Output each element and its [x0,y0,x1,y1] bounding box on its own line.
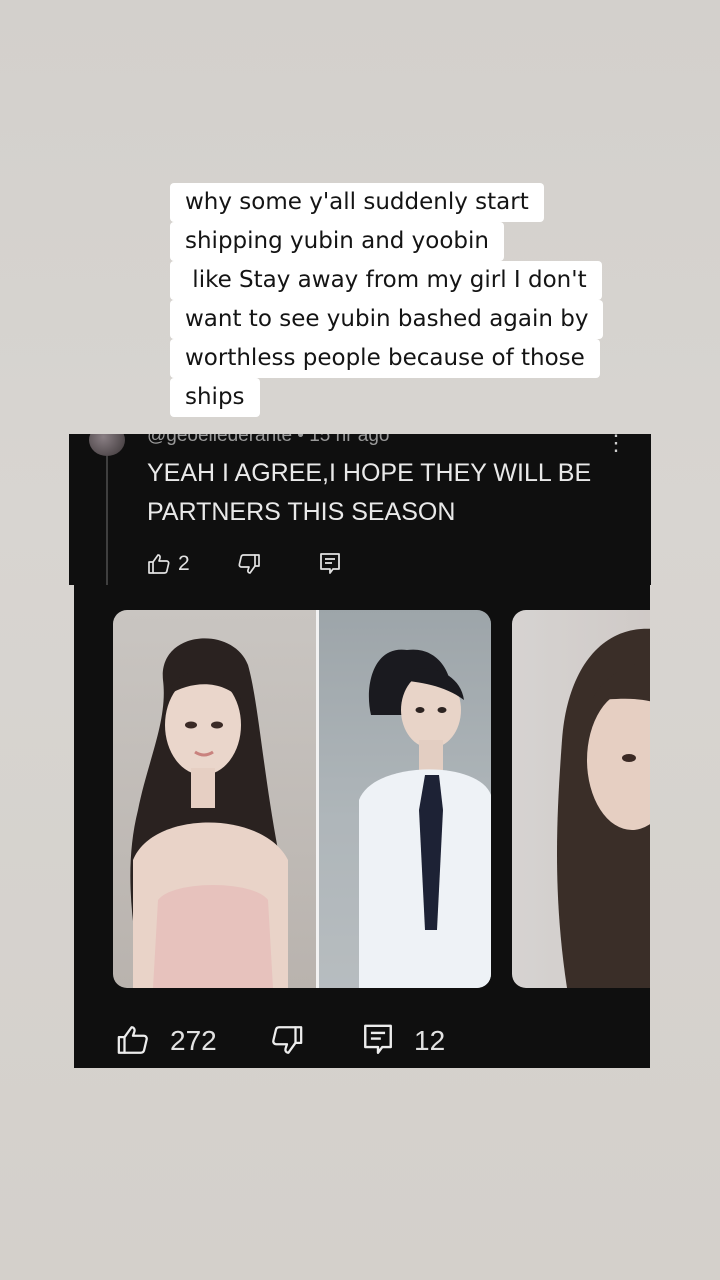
more-vert-icon[interactable]: ⋮ [605,434,627,454]
caption-overlay: why some y'all suddenly start shipping y… [170,183,630,417]
comment-like-count: 2 [178,552,190,575]
thumbs-down-icon[interactable] [270,1023,304,1062]
post-image-middle[interactable] [319,610,491,988]
caption-line: ships [170,378,260,417]
comment-card: @geoellederante • 15 hr ago ⋮ YEAH I AGR… [69,434,651,585]
caption-line: shipping yubin and yoobin [170,222,504,261]
comment-author-handle[interactable]: @geoellederante • 15 hr ago [147,434,390,447]
avatar[interactable] [89,434,125,456]
comment-icon[interactable] [362,1023,394,1062]
thumbs-down-icon[interactable] [237,552,261,581]
comment-icon[interactable] [319,552,341,581]
caption-line: worthless people because of those [170,339,600,378]
post-image-right[interactable] [512,610,650,988]
reply-thread-line [106,456,108,585]
thumbs-up-icon[interactable] [116,1023,150,1062]
post-comment-count: 12 [414,1025,446,1056]
caption-line: like Stay away from my girl I don't [170,261,602,300]
post-card: 272 12 [74,585,650,1068]
caption-line: want to see yubin bashed again by [170,300,604,339]
comment-text: YEAH I AGREE,I HOPE THEY WILL BE PARTNER… [147,459,592,526]
thumbs-up-icon[interactable] [147,552,171,581]
post-image-left[interactable] [113,610,316,988]
caption-line: why some y'all suddenly start [170,183,544,222]
post-like-count: 272 [170,1025,217,1056]
